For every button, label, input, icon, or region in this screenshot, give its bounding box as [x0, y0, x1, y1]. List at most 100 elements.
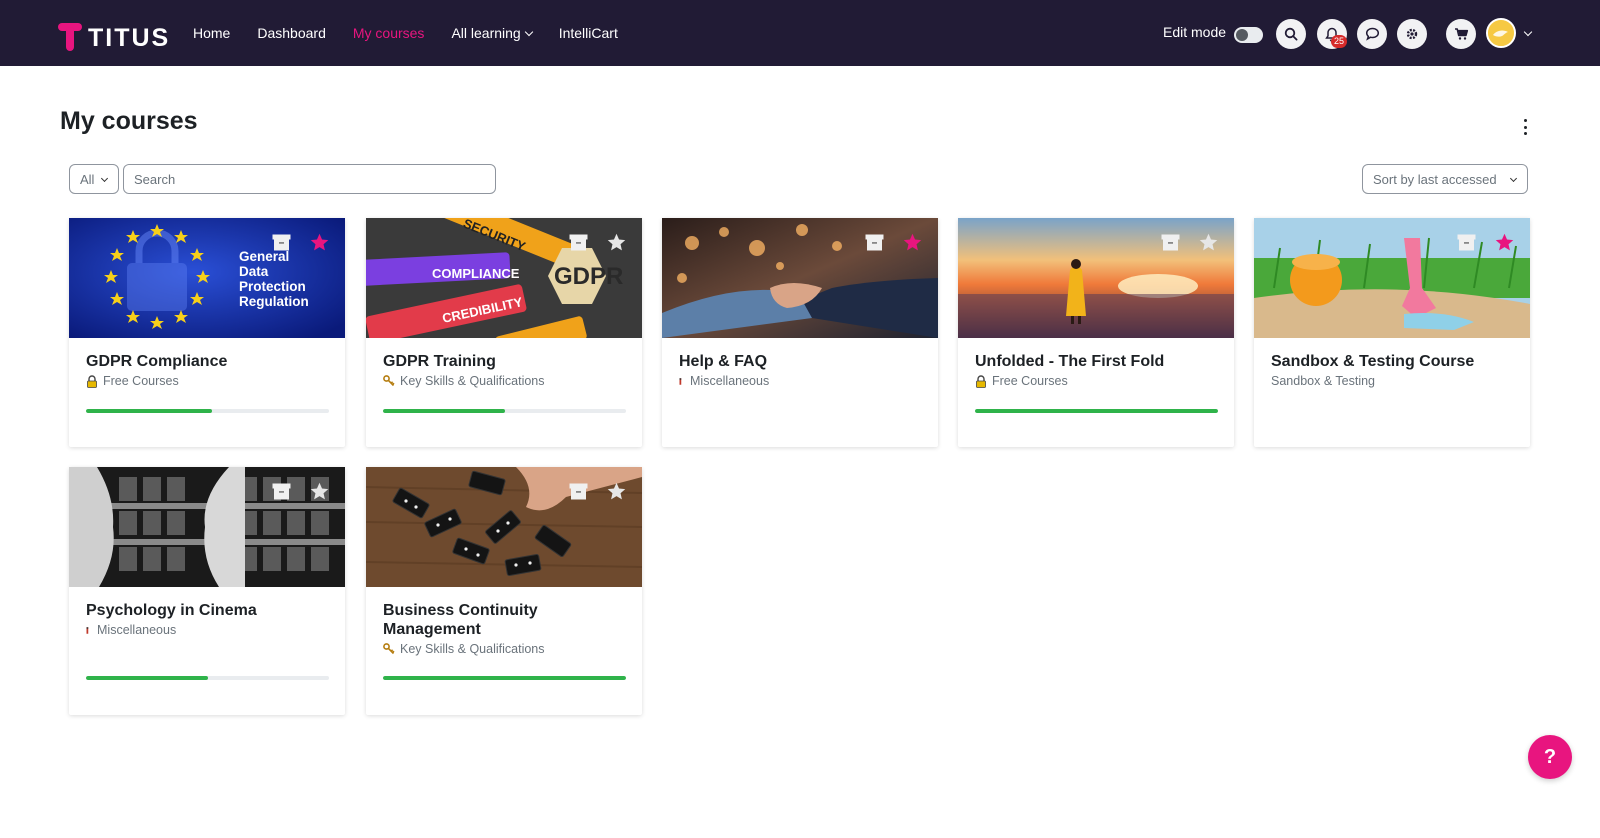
course-progress-fill: [383, 676, 626, 680]
gdpr-training-image-gdpr: GDPR: [554, 263, 623, 290]
chevron-down-icon: [1509, 174, 1518, 183]
nav-dashboard[interactable]: Dashboard: [257, 25, 326, 41]
edit-mode-label: Edit mode: [1163, 24, 1227, 40]
chat-icon: [1365, 27, 1379, 41]
nav-my-courses[interactable]: My courses: [353, 25, 425, 41]
archive-icon[interactable]: [569, 234, 588, 251]
archive-icon[interactable]: [1161, 234, 1180, 251]
course-image-gdpr-training: COMPLIANCE SECURITY CREDIBILITY GDPR: [366, 218, 642, 338]
star-icon[interactable]: [606, 481, 627, 502]
course-card-help-faq[interactable]: Help & FAQ Miscellaneous: [662, 218, 938, 447]
course-name[interactable]: GDPR Training: [383, 352, 625, 371]
course-name[interactable]: GDPR Compliance: [86, 352, 328, 371]
gdpr-image-line-2: Data: [239, 264, 269, 279]
course-filter-dropdown[interactable]: All: [69, 164, 119, 194]
page-title: My courses: [60, 107, 198, 135]
course-name[interactable]: Unfolded - The First Fold: [975, 352, 1217, 371]
nav-all-learning[interactable]: All learning: [451, 25, 533, 41]
course-category-label: Key Skills & Qualifications: [400, 642, 545, 656]
nav-home[interactable]: Home: [193, 25, 230, 41]
avatar-image-icon: [1488, 20, 1514, 46]
course-progress-bar: [383, 409, 626, 413]
archive-icon[interactable]: [272, 234, 291, 251]
course-progress-fill: [975, 409, 1218, 413]
gear-icon: [1406, 28, 1418, 40]
chevron-down-icon: [100, 174, 109, 183]
archive-icon[interactable]: [272, 483, 291, 500]
course-category: Free Courses: [86, 374, 328, 388]
course-image-sandbox-testing: [1254, 218, 1530, 338]
user-avatar[interactable]: [1486, 18, 1516, 48]
more-options-icon[interactable]: [1522, 119, 1528, 135]
help-button[interactable]: ?: [1528, 735, 1572, 779]
course-image-psychology-cinema: [69, 467, 345, 587]
archive-icon[interactable]: [865, 234, 884, 251]
key-icon: [383, 642, 395, 654]
course-progress-bar: [86, 409, 329, 413]
course-progress-fill: [383, 409, 505, 413]
marker-icon: [86, 626, 89, 634]
course-name[interactable]: Psychology in Cinema: [86, 601, 328, 620]
course-category: Key Skills & Qualifications: [383, 642, 625, 656]
archive-icon[interactable]: [1457, 234, 1476, 251]
course-category-label: Free Courses: [103, 374, 179, 388]
nav-all-learning-label: All learning: [451, 25, 521, 41]
lock-icon: [87, 374, 97, 388]
course-progress-bar: [86, 676, 329, 680]
gdpr-image-line-1: General: [239, 249, 289, 264]
course-category-label: Miscellaneous: [97, 623, 177, 637]
star-icon[interactable]: [309, 481, 330, 502]
course-card-unfolded[interactable]: Unfolded - The First Fold Free Courses: [958, 218, 1234, 447]
user-menu-chevron-icon[interactable]: [1523, 27, 1533, 37]
course-category-label: Key Skills & Qualifications: [400, 374, 545, 388]
marker-icon: [679, 377, 682, 385]
course-category: Sandbox & Testing: [1271, 374, 1513, 388]
nav-intellicart[interactable]: IntelliCart: [559, 25, 618, 41]
course-name[interactable]: Business Continuity Management: [383, 601, 603, 639]
messages-button[interactable]: [1357, 19, 1387, 49]
course-progress-fill: [86, 409, 213, 413]
course-category: Free Courses: [975, 374, 1217, 388]
sort-value: Sort by last accessed: [1373, 172, 1497, 187]
course-category: Key Skills & Qualifications: [383, 374, 625, 388]
chevron-down-icon: [524, 27, 533, 37]
cart-button[interactable]: [1446, 19, 1476, 49]
course-category-label: Miscellaneous: [690, 374, 770, 388]
course-image-gdpr-compliance: General Data Protection Regulation: [69, 218, 345, 338]
star-icon[interactable]: [902, 232, 923, 253]
course-search-input[interactable]: [123, 164, 496, 194]
settings-button[interactable]: [1397, 19, 1427, 49]
course-category-label: Free Courses: [992, 374, 1068, 388]
edit-mode-toggle[interactable]: [1234, 27, 1263, 43]
star-icon[interactable]: [309, 232, 330, 253]
course-name[interactable]: Help & FAQ: [679, 352, 921, 371]
course-card-business-continuity[interactable]: Business Continuity Management Key Skill…: [366, 467, 642, 715]
course-card-psychology-cinema[interactable]: Psychology in Cinema Miscellaneous: [69, 467, 345, 715]
course-image-unfolded: [958, 218, 1234, 338]
top-navbar: TITUS Home Dashboard My courses All lear…: [0, 0, 1600, 66]
search-button[interactable]: [1276, 19, 1306, 49]
notifications-button[interactable]: 25: [1317, 19, 1347, 49]
titus-logo[interactable]: TITUS: [58, 18, 170, 53]
course-category-label: Sandbox & Testing: [1271, 374, 1376, 388]
course-category: Miscellaneous: [679, 374, 921, 388]
star-icon[interactable]: [1494, 232, 1515, 253]
course-progress-bar: [383, 676, 626, 680]
course-category: Miscellaneous: [86, 623, 328, 637]
logo-mark-icon: [58, 21, 84, 51]
archive-icon[interactable]: [569, 483, 588, 500]
gdpr-image-line-4: Regulation: [239, 294, 309, 309]
star-icon[interactable]: [606, 232, 627, 253]
course-card-gdpr-compliance[interactable]: General Data Protection Regulation GDPR …: [69, 218, 345, 447]
course-card-gdpr-training[interactable]: COMPLIANCE SECURITY CREDIBILITY GDPR GDP…: [366, 218, 642, 447]
star-icon[interactable]: [1198, 232, 1219, 253]
gdpr-training-image-compliance: COMPLIANCE: [432, 266, 520, 281]
course-name[interactable]: Sandbox & Testing Course: [1271, 352, 1513, 371]
search-icon: [1284, 27, 1298, 41]
notification-count-badge: 25: [1331, 35, 1347, 48]
course-card-sandbox-testing[interactable]: Sandbox & Testing Course Sandbox & Testi…: [1254, 218, 1530, 447]
course-image-help-faq: [662, 218, 938, 338]
course-progress-fill: [86, 676, 208, 680]
gdpr-image-line-3: Protection: [239, 279, 306, 294]
sort-dropdown[interactable]: Sort by last accessed: [1362, 164, 1528, 194]
